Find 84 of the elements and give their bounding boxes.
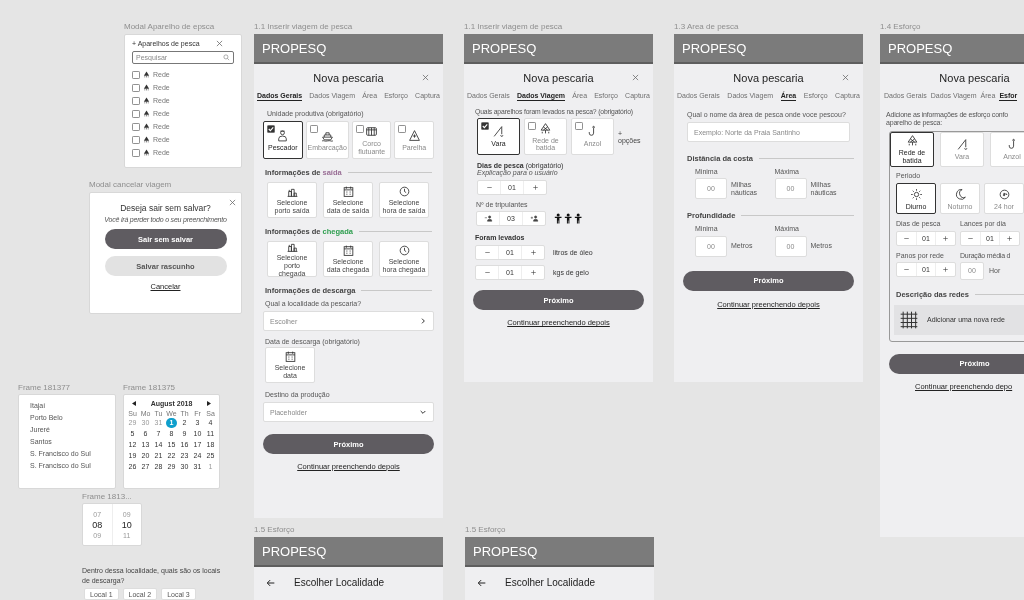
app-title: PROPESQ — [262, 543, 327, 559]
checkbox[interactable] — [132, 96, 140, 105]
screen-title: Escolher Localidade — [294, 577, 385, 588]
time-value[interactable]: 08 — [92, 519, 103, 530]
checkbox[interactable] — [528, 122, 536, 130]
plus-icon — [528, 248, 538, 258]
screen-title: Nova pescaria — [939, 72, 1010, 84]
app-title: PROPESQ — [472, 40, 537, 56]
close-icon[interactable] — [631, 73, 640, 82]
triangle-net-icon — [407, 128, 421, 142]
fish-cage-icon — [365, 125, 379, 139]
plus-icon — [941, 264, 951, 274]
checkbox[interactable] — [309, 125, 318, 133]
app-title: PROPESQ — [262, 40, 327, 56]
net-grid-icon — [899, 309, 919, 330]
plus-icon — [941, 233, 951, 243]
checkbox[interactable] — [575, 122, 583, 130]
checkbox[interactable] — [481, 122, 489, 130]
checkbox[interactable] — [132, 135, 140, 144]
calendar-icon — [341, 244, 355, 258]
modal-title: Deseja sair sem salvar? — [120, 203, 211, 213]
next-month-icon[interactable] — [207, 401, 211, 406]
net-icon — [143, 84, 150, 91]
checkbox[interactable] — [267, 125, 275, 133]
net-icon — [143, 149, 150, 156]
close-icon[interactable] — [215, 39, 224, 48]
frame-label: 1.5 Esforço — [254, 525, 295, 534]
back-arrow-icon[interactable] — [266, 577, 276, 588]
person-minus-icon — [483, 214, 493, 224]
back-arrow-icon[interactable] — [477, 577, 487, 588]
plus-icon — [528, 268, 538, 278]
net-icon — [539, 121, 552, 135]
checkbox[interactable] — [132, 122, 140, 131]
chevron-down-icon — [419, 408, 427, 416]
app-title: PROPESQ — [888, 40, 953, 56]
frame-label: 1.1 Inserir viagem de pesca — [254, 22, 353, 31]
screen-title: Nova pescaria — [733, 72, 804, 84]
frame-label: 1.5 Esforço — [465, 525, 506, 534]
checkbox[interactable] — [132, 70, 140, 79]
checkbox[interactable] — [132, 148, 140, 157]
frame-label: 1.1 Inserir viagem de pesca — [464, 22, 563, 31]
screen-title: Escolher Localidade — [505, 577, 596, 588]
checkbox[interactable] — [355, 125, 364, 133]
frame-label: 1.4 Esforço — [880, 22, 921, 31]
net-icon — [143, 110, 150, 117]
fisherman-icon — [276, 128, 290, 142]
clock-icon — [397, 185, 411, 199]
time-value[interactable]: 10 — [121, 519, 132, 530]
clock-icon — [397, 244, 411, 258]
crew-figures-icon — [554, 213, 584, 225]
frame-label: Modal Aparelho de epsca — [124, 22, 215, 31]
screen-title: Nova pescaria — [523, 72, 594, 84]
fishing-rod-icon — [492, 125, 505, 139]
close-icon[interactable] — [841, 73, 850, 82]
plus-icon — [1005, 233, 1015, 243]
checkbox[interactable] — [398, 125, 407, 133]
calendar-icon — [283, 350, 297, 364]
screen-title: Nova pescaria — [313, 72, 384, 84]
net-icon — [143, 97, 150, 104]
fishing-rod-icon — [955, 138, 969, 152]
clock-icon — [997, 187, 1011, 201]
net-icon — [143, 123, 150, 130]
person-plus-icon — [529, 214, 539, 224]
net-icon — [143, 71, 150, 78]
app-title: PROPESQ — [682, 40, 747, 56]
net-icon — [905, 134, 919, 148]
plus-icon — [530, 183, 540, 193]
calendar-icon — [341, 185, 355, 199]
frame-label: Frame 181375 — [123, 383, 176, 392]
moon-icon — [953, 187, 967, 201]
frame-label: Modal cancelar viagem — [89, 180, 172, 189]
frame-label: Frame 1813... — [82, 492, 132, 501]
checkbox[interactable] — [132, 109, 140, 118]
net-icon — [143, 136, 150, 143]
app-title: PROPESQ — [473, 543, 538, 559]
close-icon[interactable] — [421, 73, 430, 82]
previous-month-icon[interactable] — [132, 401, 136, 406]
close-icon[interactable] — [228, 198, 237, 207]
sun-icon — [909, 187, 923, 201]
frame-label: Frame 181377 — [18, 383, 71, 392]
chevron-right-icon — [419, 317, 427, 325]
search-icon — [223, 54, 230, 61]
frame-label: 1.3 Area de pesca — [674, 22, 739, 31]
checkbox[interactable] — [132, 83, 140, 92]
